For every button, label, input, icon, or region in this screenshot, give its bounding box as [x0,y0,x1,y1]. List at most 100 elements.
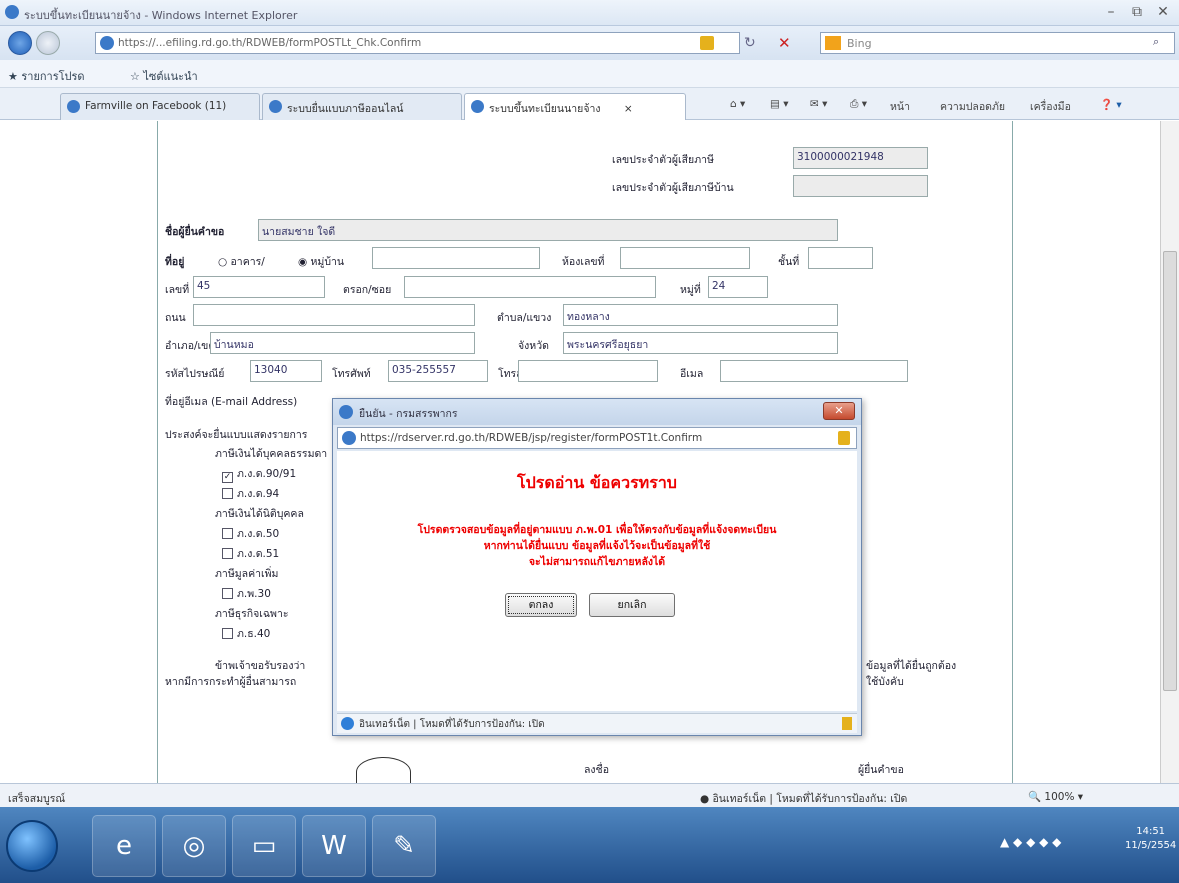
forward-button[interactable] [36,31,60,55]
building-radio[interactable]: ○ อาคาร/ [218,253,265,270]
room-input[interactable] [620,247,750,269]
group3-label: ภาษีมูลค่าเพิ่ม [215,568,279,580]
floor-input[interactable] [808,247,873,269]
right-margin [1012,121,1160,783]
group2-label: ภาษีเงินได้นิติบุคคล [215,508,304,520]
tab-farmville[interactable]: Farmville on Facebook (11) [60,93,260,120]
district-label: อำเภอ/เขต [165,340,216,352]
home-icon[interactable]: ⌂ ▾ [730,98,745,110]
footnote-right1: ข้อมูลที่ได้ยื่นถูกต้อง [866,660,957,672]
dialog-statusbar: อินเทอร์เน็ต | โหมดที่ได้รับการป้องกัน: … [337,713,857,733]
address-bar: https://...efiling.rd.go.th/RDWEB/formPO… [0,26,1179,60]
tools-menu[interactable]: เครื่องมือ [1030,98,1071,115]
suggested-sites-link[interactable]: ☆ ไซต์แนะนำ [130,67,198,85]
phone-input[interactable]: 035-255557 [388,360,488,382]
lock-icon[interactable] [700,36,714,50]
section-label: ประสงค์จะยื่นแบบแสดงรายการ [165,429,308,441]
moo-input[interactable]: 24 [708,276,768,298]
address-label: ที่อยู่ [165,256,185,268]
ok-button[interactable]: ตกลง [505,593,577,617]
start-button[interactable] [6,820,58,872]
feeds-icon[interactable]: ▤ ▾ [770,98,789,110]
dialog-url-bar: https://rdserver.rd.go.th/RDWEB/jsp/regi… [337,427,857,449]
footnote-line2: หากมีการกระทำผู้อื่นสามารถ [165,676,297,688]
village-radio[interactable]: ◉ หมู่บ้าน [298,253,344,270]
status-zoom[interactable]: 🔍 100% ▾ [1028,790,1083,803]
page-icon [100,36,114,50]
help-icon[interactable]: ❓ ▾ [1100,98,1122,111]
house-input[interactable]: 45 [193,276,325,298]
minimize-button[interactable]: – [1100,3,1122,21]
window-titlebar: ระบบขึ้นทะเบียนนายจ้าง - Windows Interne… [0,0,1179,26]
opt2-checkbox[interactable]: ภ.ง.ด.94 [222,485,279,502]
group1-label: ภาษีเงินได้บุคคลธรรมดา [215,448,328,460]
district-input[interactable]: บ้านหมอ [210,332,475,354]
stop-icon[interactable]: ✕ [778,34,791,52]
status-bar: เสร็จสมบูรณ์ ● อินเทอร์เน็ต | โหมดที่ได้… [0,783,1179,807]
url-input[interactable]: https://...efiling.rd.go.th/RDWEB/formPO… [95,32,740,54]
dialog-heading: โปรดอ่าน ข้อควรทราบ [517,473,677,492]
scrollbar[interactable] [1160,121,1179,783]
favorites-button[interactable]: ★ รายการโปรด [8,67,85,85]
dialog-message-line3: จะไม่สามารถแก้ไขภายหลังได้ [528,556,666,568]
province-label: จังหวัด [518,340,549,352]
subdistrict-input[interactable]: ทองหลาง [563,304,838,326]
dialog-message-line1: โปรดตรวจสอบข้อมูลที่อยู่ตามแบบ ภ.พ.01 เพ… [417,524,777,536]
branch-field [793,175,928,197]
dialog-status-lock-icon [842,717,852,730]
floor-label: ชั้นที่ [778,256,800,268]
media-player-icon[interactable]: ◎ [162,815,226,877]
province-input[interactable]: พระนครศรีอยุธยา [563,332,838,354]
dialog-body: โปรดอ่าน ข้อควรทราบ โปรดตรวจสอบข้อมูลที่… [337,451,857,711]
village-input[interactable] [372,247,540,269]
opt6-checkbox[interactable]: ภ.ธ.40 [222,625,270,642]
tray-icons[interactable]: ▲ ◆ ◆ ◆ ◆ [1000,835,1061,849]
page-menu[interactable]: หน้า [890,98,910,115]
bing-icon [825,36,841,50]
safety-menu[interactable]: ความปลอดภัย [940,98,1005,115]
ie-logo-icon [5,5,19,19]
scroll-thumb[interactable] [1163,251,1177,691]
status-zone[interactable]: ● อินเทอร์เน็ต | โหมดที่ได้รับการป้องกัน… [700,790,907,807]
dialog-title: ยืนยัน - กรมสรรพากร [359,408,458,420]
close-window-button[interactable]: ✕ [1152,3,1174,21]
email-input[interactable] [720,360,908,382]
explorer-folder-icon[interactable]: ▭ [232,815,296,877]
road-input[interactable] [193,304,475,326]
opt3-checkbox[interactable]: ภ.ง.ด.50 [222,525,279,542]
dialog-message-line2: หากท่านได้ยื่นแบบ ข้อมูลที่แจ้งไว้จะเป็น… [483,540,711,552]
cancel-button[interactable]: ยกเลิก [589,593,675,617]
close-tab-icon: × [623,103,633,115]
mail-icon[interactable]: ✉ ▾ [810,98,827,110]
tab-icon [67,100,80,113]
word-icon[interactable]: W [302,815,366,877]
footnote-right2: ใช้บังคับ [866,676,904,688]
search-input[interactable]: Bing ⌕ [820,32,1175,54]
globe-icon [341,717,354,730]
print-icon[interactable]: ⎙ ▾ [850,98,867,111]
dialog-lock-icon [838,431,850,445]
name-label: ชื่อผู้ยื่นคำขอ [165,226,225,238]
status-text: เสร็จสมบูรณ์ [8,793,66,805]
tab-registration[interactable]: ระบบขึ้นทะเบียนนายจ้าง × [464,93,686,120]
maximize-button[interactable]: ⧉ [1126,3,1148,21]
postcode-input[interactable]: 13040 [250,360,322,382]
search-icon[interactable]: ⌕ [1153,35,1159,49]
taskbar: e ◎ ▭ W ✎ ▲ ◆ ◆ ◆ ◆ 14:51 11/5/2554 [0,807,1179,883]
fax-input[interactable] [518,360,658,382]
opt4-checkbox[interactable]: ภ.ง.ด.51 [222,545,279,562]
clock[interactable]: 14:51 11/5/2554 [1125,825,1176,853]
app-icon[interactable]: ✎ [372,815,436,877]
opt5-checkbox[interactable]: ภ.พ.30 [222,585,271,602]
tab-rd-efiling[interactable]: ระบบยื่นแบบภาษีออนไลน์ [262,93,462,120]
applicant-label: ผู้ยื่นคำขอ [858,764,904,776]
ie-taskbar-icon[interactable]: e [92,815,156,877]
confirm-dialog: ยืนยัน - กรมสรรพากร ✕ https://rdserver.r… [332,398,862,736]
back-button[interactable] [8,31,32,55]
refresh-icon[interactable]: ↻ [744,35,756,51]
footnote-line1: ข้าพเจ้าขอรับรองว่า [215,660,306,672]
soi-input[interactable] [404,276,656,298]
dialog-close-button[interactable]: ✕ [823,402,855,420]
postcode-label: รหัสไปรษณีย์ [165,368,225,380]
opt1-checkbox[interactable]: ✓ ภ.ง.ด.90/91 [222,465,296,483]
